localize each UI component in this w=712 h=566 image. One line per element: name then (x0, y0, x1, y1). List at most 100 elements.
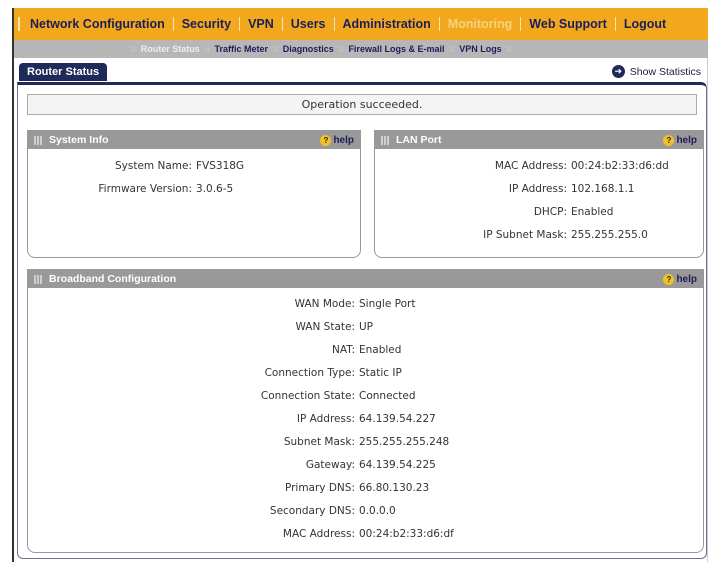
lan-port-panel: LAN Port ? help MAC Address: 00:24:b2:33:… (374, 130, 704, 258)
broadband-config-help[interactable]: ? help (663, 273, 697, 285)
show-statistics-link[interactable]: ➜ Show Statistics (611, 65, 701, 78)
info-value: Connected (359, 390, 416, 402)
info-value: 00:24:b2:33:d6:df (359, 528, 454, 540)
broadband-config-header: Broadband Configuration ? help (28, 270, 703, 288)
nav-lead-divider (18, 17, 20, 31)
lan-port-header: LAN Port ? help (375, 131, 703, 149)
info-label: Subnet Mask: (283, 436, 355, 448)
info-row: NAT: Enabled (28, 344, 401, 356)
info-row: Connection State: Connected (28, 390, 416, 402)
broadband-config-panel: Broadband Configuration ? help WAN Mode:… (27, 269, 704, 553)
info-label: IP Address: (508, 183, 567, 195)
info-value: 66.80.130.23 (359, 482, 430, 494)
subnav-diagnostics[interactable]: Diagnostics (283, 44, 334, 54)
info-label: WAN Mode: (294, 298, 355, 310)
info-label: IP Subnet Mask: (483, 229, 567, 241)
info-value: UP (359, 321, 374, 333)
system-info-header: System Info ? help (28, 131, 360, 149)
info-row: Secondary DNS: 0.0.0.0 (28, 505, 396, 517)
nav-monitoring[interactable]: Monitoring (440, 17, 521, 31)
info-value: 00:24:b2:33:d6:dd (571, 160, 669, 172)
info-label: DHCP: (533, 206, 567, 218)
status-message: Operation succeeded. (27, 94, 697, 115)
info-label: MAC Address: (282, 528, 355, 540)
system-info-help[interactable]: ? help (320, 134, 354, 146)
sub-nav: :: Router Status :: Traffic Meter :: Dia… (14, 40, 708, 58)
info-label: Gateway: (305, 459, 355, 471)
info-row: WAN State: UP (28, 321, 373, 333)
info-row: Gateway: 64.139.54.225 (28, 459, 436, 471)
info-label: IP Address: (296, 413, 355, 425)
info-value: Single Port (359, 298, 416, 310)
subnav-divider: :: (506, 45, 512, 53)
subnav-divider: :: (272, 45, 278, 53)
info-label: System Name: (114, 160, 192, 172)
system-info-panel: System Info ? help System Name: FVS318G F… (27, 130, 361, 258)
info-row: IP Subnet Mask: 255.255.255.0 (375, 229, 648, 241)
info-value: FVS318G (196, 160, 245, 172)
grip-icon (34, 274, 43, 284)
info-value: 255.255.255.0 (571, 229, 648, 241)
info-value: 64.139.54.225 (359, 459, 436, 471)
info-row: Subnet Mask: 255.255.255.248 (28, 436, 449, 448)
arrow-circle-icon: ➜ (611, 65, 625, 78)
system-info-title: System Info (49, 134, 109, 146)
question-circle-icon: ? (663, 273, 675, 285)
router-status-content: Operation succeeded. System Info ? help … (17, 82, 707, 559)
info-label: Secondary DNS: (269, 505, 355, 517)
info-value: 102.168.1.1 (571, 183, 635, 195)
info-row: Primary DNS: 66.80.130.23 (28, 482, 429, 494)
subnav-vpn-logs[interactable]: VPN Logs (459, 44, 502, 54)
question-circle-icon: ? (320, 134, 332, 146)
show-statistics-label: Show Statistics (629, 65, 701, 78)
info-row: System Name: FVS318G (28, 160, 244, 172)
tab-router-status[interactable]: Router Status (19, 63, 108, 81)
info-row: Firmware Version: 3.0.6-5 (28, 183, 233, 195)
router-admin-frame: Network Configuration Security VPN Users… (12, 8, 708, 562)
info-row: Connection Type: Static IP (28, 367, 402, 379)
question-circle-icon: ? (663, 134, 675, 146)
lan-port-help[interactable]: ? help (663, 134, 697, 146)
lan-port-title: LAN Port (396, 134, 442, 146)
subnav-firewall-logs[interactable]: Firewall Logs & E-mail (348, 44, 444, 54)
nav-users[interactable]: Users (283, 17, 334, 31)
grip-icon (34, 135, 43, 145)
nav-logout[interactable]: Logout (616, 17, 674, 31)
top-nav: Network Configuration Security VPN Users… (14, 8, 708, 40)
info-label: Connection State: (260, 390, 355, 402)
info-value: Static IP (359, 367, 402, 379)
help-label: help (676, 134, 697, 146)
info-row: IP Address: 102.168.1.1 (375, 183, 635, 195)
nav-security[interactable]: Security (174, 17, 239, 31)
info-value: 3.0.6-5 (196, 183, 234, 195)
info-label: Primary DNS: (284, 482, 355, 494)
broadband-config-title: Broadband Configuration (49, 273, 177, 285)
nav-web-support[interactable]: Web Support (521, 17, 615, 31)
nav-network-configuration[interactable]: Network Configuration (22, 17, 173, 31)
info-label: WAN State: (295, 321, 355, 333)
subnav-traffic-meter[interactable]: Traffic Meter (214, 44, 268, 54)
info-value: Enabled (571, 206, 614, 218)
info-row: MAC Address: 00:24:b2:33:d6:dd (375, 160, 669, 172)
nav-vpn[interactable]: VPN (240, 17, 282, 31)
subnav-divider: :: (204, 45, 210, 53)
grip-icon (381, 135, 390, 145)
nav-administration[interactable]: Administration (335, 17, 439, 31)
info-label: Firmware Version: (98, 183, 192, 195)
info-value: 255.255.255.248 (359, 436, 450, 448)
info-label: MAC Address: (494, 160, 567, 172)
info-row: WAN Mode: Single Port (28, 298, 416, 310)
subnav-router-status[interactable]: Router Status (141, 44, 200, 54)
help-label: help (676, 273, 697, 285)
info-row: IP Address: 64.139.54.227 (28, 413, 436, 425)
info-value: 64.139.54.227 (359, 413, 436, 425)
info-row: DHCP: Enabled (375, 206, 614, 218)
subnav-divider: :: (131, 45, 136, 53)
info-value: 0.0.0.0 (359, 505, 396, 517)
info-value: Enabled (359, 344, 402, 356)
help-label: help (333, 134, 354, 146)
subnav-divider: :: (338, 45, 344, 53)
subnav-divider: :: (449, 45, 455, 53)
info-row: MAC Address: 00:24:b2:33:d6:df (28, 528, 454, 540)
info-label: Connection Type: (264, 367, 355, 379)
